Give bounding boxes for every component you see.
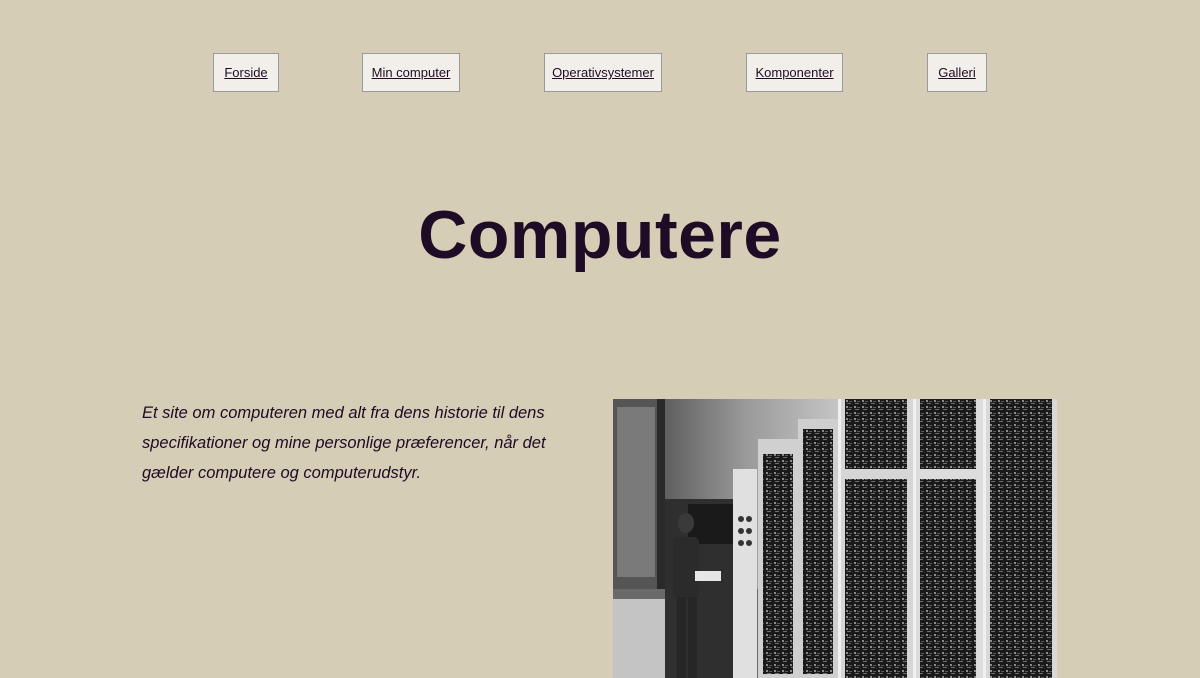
computer-room-illustration bbox=[613, 399, 1057, 678]
vintage-computer-photo bbox=[613, 399, 1057, 678]
nav-komponenter-button[interactable]: Komponenter bbox=[746, 53, 843, 92]
main-nav: Forside Min computer Operativsystemer Ko… bbox=[0, 53, 1200, 94]
nav-operativsystemer-button[interactable]: Operativsystemer bbox=[544, 53, 662, 92]
intro-text: Et site om computeren med alt fra dens h… bbox=[142, 404, 546, 482]
nav-galleri-button[interactable]: Galleri bbox=[927, 53, 987, 92]
page-title: Computere bbox=[418, 197, 782, 273]
nav-min-computer-button[interactable]: Min computer bbox=[362, 53, 460, 92]
nav-forside-button[interactable]: Forside bbox=[213, 53, 279, 92]
